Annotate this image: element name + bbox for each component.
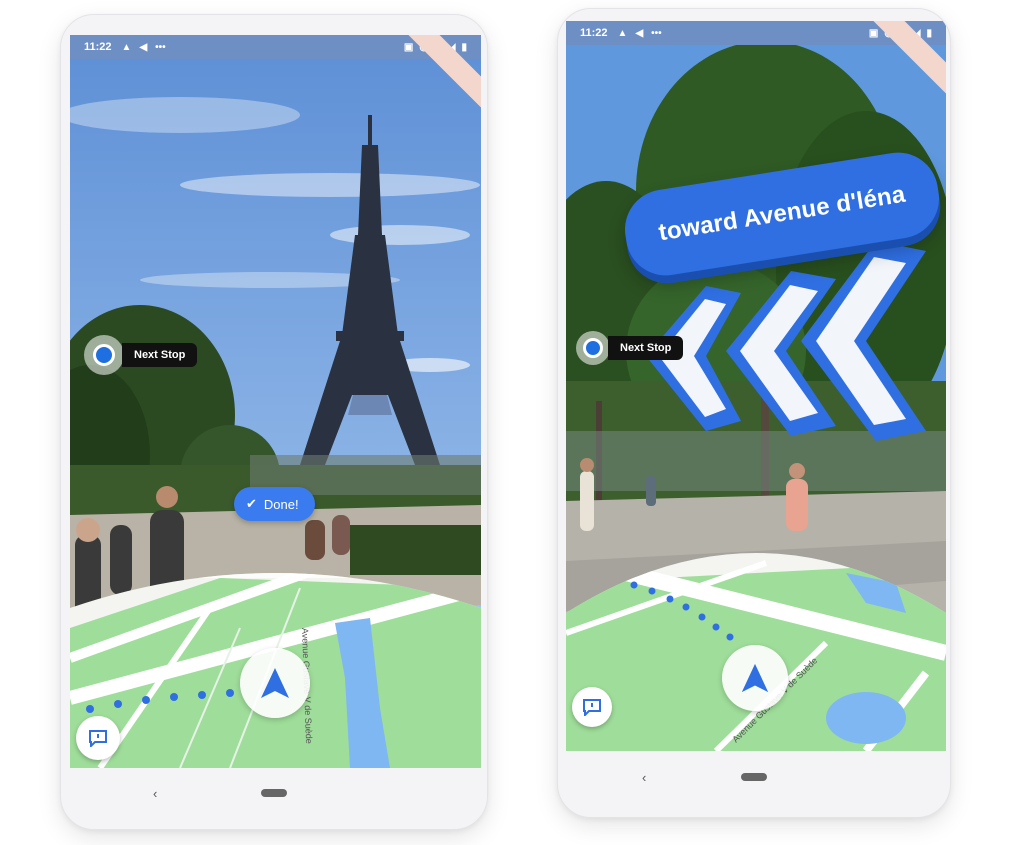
next-stop-label: Next Stop bbox=[608, 336, 684, 360]
more-icon: ••• bbox=[651, 27, 662, 39]
back-icon[interactable]: ‹ bbox=[153, 786, 157, 801]
feedback-icon bbox=[89, 730, 107, 747]
feedback-button[interactable] bbox=[76, 716, 120, 760]
location-icon: ◀ bbox=[139, 41, 148, 53]
street-banner-text: toward Avenue d'léna bbox=[656, 180, 908, 247]
map-view: Avenue Gustave V de Suède bbox=[566, 553, 946, 751]
next-stop-marker[interactable]: Next Stop bbox=[84, 335, 198, 375]
recenter-compass[interactable] bbox=[240, 648, 310, 718]
status-time: 11:22 bbox=[84, 41, 112, 53]
feedback-button[interactable] bbox=[572, 687, 612, 727]
cast-icon: ▣ bbox=[868, 27, 879, 39]
done-button[interactable]: ✔ Done! bbox=[234, 487, 315, 521]
recenter-compass[interactable] bbox=[722, 645, 788, 711]
phone-left: 11:22 ▲ ◀ ••• ▣ ◉ ◥ ◢ ▮ Next Stop ✔ Do bbox=[60, 14, 488, 830]
more-icon: ••• bbox=[155, 41, 166, 53]
location-icon: ◀ bbox=[635, 27, 644, 39]
battery-icon: ▮ bbox=[461, 41, 467, 53]
next-stop-dot bbox=[576, 331, 610, 365]
battery-icon: ▮ bbox=[926, 27, 932, 39]
checkmark-icon: ✔ bbox=[246, 496, 257, 511]
system-nav-bar: ‹ bbox=[558, 751, 950, 803]
home-icon[interactable] bbox=[741, 773, 767, 781]
screen-right: 11:22 ▲ ◀ ••• ▣ ◉ ◥ ◢ ▮ bbox=[566, 21, 946, 751]
cast-icon: ▣ bbox=[403, 41, 414, 53]
feedback-icon bbox=[583, 699, 601, 716]
next-stop-marker[interactable]: Next Stop bbox=[576, 331, 684, 365]
home-icon[interactable] bbox=[261, 789, 287, 797]
next-stop-label: Next Stop bbox=[122, 343, 198, 367]
navigation-arrow-icon bbox=[261, 668, 289, 698]
mini-map[interactable]: Avenue Gustave V de Suède bbox=[70, 548, 481, 768]
navigation-icon: ▲ bbox=[617, 27, 628, 39]
ar-navigation-showcase: 11:22 ▲ ◀ ••• ▣ ◉ ◥ ◢ ▮ Next Stop ✔ Do bbox=[0, 0, 1018, 845]
navigation-icon: ▲ bbox=[121, 41, 132, 53]
system-nav-bar: ‹ bbox=[61, 768, 487, 818]
navigation-arrow-icon bbox=[741, 663, 769, 693]
status-time: 11:22 bbox=[580, 27, 608, 39]
mini-map[interactable]: Avenue Gustave V de Suède bbox=[566, 523, 946, 751]
back-icon[interactable]: ‹ bbox=[642, 770, 646, 785]
next-stop-dot bbox=[84, 335, 124, 375]
done-label: Done! bbox=[263, 496, 299, 512]
screen-left: 11:22 ▲ ◀ ••• ▣ ◉ ◥ ◢ ▮ Next Stop ✔ Do bbox=[70, 35, 481, 768]
phone-right: 11:22 ▲ ◀ ••• ▣ ◉ ◥ ◢ ▮ bbox=[557, 8, 951, 818]
